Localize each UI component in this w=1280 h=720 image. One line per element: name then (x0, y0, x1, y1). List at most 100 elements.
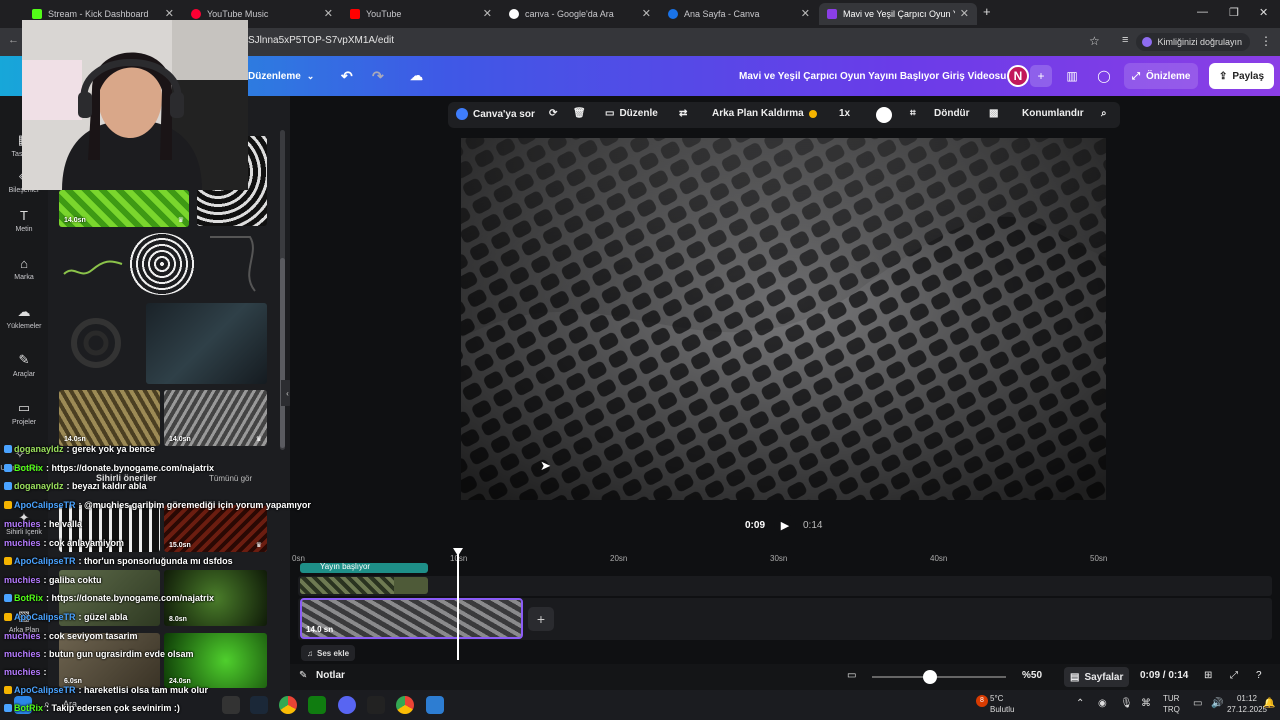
bg-remove-button[interactable]: Arka Plan Kaldırma (712, 108, 817, 119)
preview-button[interactable]: ⤢ Önizleme (1124, 63, 1199, 89)
copy-style-icon[interactable]: ⌕ (1101, 108, 1107, 119)
text-track-clip[interactable]: Yayın başlıyor (300, 563, 428, 573)
bookmark-star-icon[interactable]: ☆ (1089, 34, 1100, 48)
clock-time[interactable]: 01:12 (1226, 694, 1268, 703)
scrollbar-thumb[interactable] (280, 258, 285, 448)
edit-button[interactable]: ▭ Düzenle (605, 108, 658, 119)
tab-google-search[interactable]: canva - Google'da Ara ✕ (501, 3, 659, 25)
fullscreen-icon[interactable]: ⤢ (1230, 670, 1238, 681)
playhead[interactable] (457, 550, 459, 660)
see-all-link[interactable]: Tümünü gör (209, 474, 252, 483)
microphone-icon[interactable]: 🎙 (1120, 698, 1133, 709)
chrome-icon[interactable] (279, 696, 297, 714)
tray-app-icon[interactable]: ◉ (1098, 698, 1107, 709)
rail-text[interactable]: T Metin (0, 208, 48, 233)
cloud-save-icon[interactable]: ☁ (410, 64, 423, 88)
rotate-button[interactable]: Döndür (934, 108, 970, 119)
tab-youtube[interactable]: YouTube ✕ (342, 3, 500, 25)
white-scales-thumb[interactable] (128, 233, 196, 295)
insights-chart-icon[interactable]: ▥ (1061, 65, 1083, 87)
close-icon[interactable]: ✕ (960, 7, 969, 20)
discord-icon[interactable] (338, 696, 356, 714)
display-icon[interactable]: ▭ (1193, 698, 1202, 709)
add-collaborator-icon[interactable]: + (1030, 65, 1052, 87)
document-title[interactable]: Mavi ve Yeşil Çarpıcı Oyun Yayını Başlıy… (739, 64, 1006, 88)
plant-video[interactable]: 8.0sn (164, 570, 267, 626)
close-icon[interactable]: ✕ (801, 7, 810, 20)
notes-icon[interactable]: ✎ (299, 670, 307, 681)
color-swatch[interactable] (876, 107, 892, 123)
design-canvas[interactable] (461, 138, 1106, 500)
redo-button[interactable]: ↷ (372, 64, 384, 88)
clock-date[interactable]: 27.12.2025 (1226, 705, 1268, 714)
close-icon[interactable]: ✕ (642, 7, 651, 20)
position-button[interactable]: Konumlandır (1022, 108, 1084, 119)
flip-icon[interactable]: ⇄ (679, 108, 687, 119)
taskbar-search[interactable]: Ara (63, 699, 77, 709)
trash-icon[interactable]: 🗑 (573, 108, 586, 119)
search-icon[interactable]: ⌕ (44, 699, 50, 710)
gold-scales-video[interactable]: 14.0sn (59, 390, 160, 446)
screen-icon[interactable]: ▭ (847, 670, 856, 681)
weather-desc[interactable]: Bulutlu (990, 705, 1014, 714)
zoom-slider-thumb[interactable] (922, 670, 937, 684)
green-snake-video[interactable]: 24.0sn (164, 633, 267, 688)
green-scales-video[interactable]: 14.0sn ♛ (59, 190, 189, 227)
grey-scales-video[interactable]: 14.0sn ♛ (164, 390, 267, 446)
ask-canva-button[interactable]: Canva'ya sor (456, 108, 535, 120)
white-lines-video[interactable] (59, 505, 160, 552)
close-icon[interactable]: ✕ (324, 7, 333, 20)
app-icon[interactable] (222, 696, 240, 714)
share-button[interactable]: ⇪ Paylaş (1209, 63, 1274, 89)
tray-chevron-up-icon[interactable]: ⌃ (1076, 698, 1084, 709)
new-tab-button[interactable]: + (983, 4, 991, 19)
language-top[interactable]: TUR (1163, 694, 1179, 703)
windows-start-icon[interactable] (14, 696, 32, 714)
notes-button[interactable]: Notlar (316, 670, 345, 681)
pages-button[interactable]: ▤ Sayfalar (1064, 667, 1130, 687)
undo-button[interactable]: ↶ (341, 64, 353, 88)
rail-brand[interactable]: ⌂ Marka (0, 256, 48, 281)
zoom-slider[interactable] (872, 676, 1006, 678)
reading-list-icon[interactable]: ≡ (1122, 34, 1128, 46)
minimize-icon[interactable]: — (1197, 6, 1208, 18)
tab-canva-home[interactable]: Ana Sayfa - Canva ✕ (660, 3, 818, 25)
maximize-icon[interactable]: ❐ (1229, 6, 1239, 19)
back-icon[interactable]: ← (8, 34, 19, 46)
edit-menu-button[interactable]: Düzenleme ⌄ (248, 64, 314, 88)
rail-uploads[interactable]: ☁ Yüklemeler (0, 304, 48, 330)
add-clip-button[interactable]: + (528, 607, 554, 631)
browser-menu-icon[interactable]: ⋮ (1260, 34, 1272, 48)
tab-canva-design[interactable]: Mavi ve Yeşil Çarpıcı Oyun Yayını ✕ (819, 3, 977, 25)
window-close-icon[interactable]: ✕ (1259, 6, 1268, 19)
comment-icon[interactable]: ◯ (1093, 65, 1115, 87)
notification-icon[interactable]: 🔔 (1263, 698, 1275, 709)
chrome-active-icon[interactable] (396, 696, 414, 714)
help-icon[interactable]: ? (1256, 670, 1262, 681)
rail-background[interactable]: ▧ Arka Plan (0, 608, 48, 634)
avatar[interactable]: N (1007, 65, 1029, 87)
close-icon[interactable]: ✕ (165, 7, 174, 20)
language-bottom[interactable]: TRQ (1163, 705, 1180, 714)
notepad-icon[interactable] (426, 696, 444, 714)
rock-snake-video[interactable]: 6.0sn (59, 633, 160, 688)
green-snake-thumb[interactable] (60, 240, 126, 290)
snake-line-thumb[interactable] (200, 233, 266, 295)
grid-view-icon[interactable]: ⊞ (1204, 670, 1212, 681)
dark-scales-thumb[interactable] (146, 303, 267, 384)
url-field[interactable]: SJlnna5xP5TOP-S7vpXM1A/edit (248, 35, 394, 46)
play-button[interactable]: ▶ (774, 514, 796, 536)
network-icon[interactable]: ⌘ (1141, 698, 1151, 709)
coiled-snake-thumb[interactable] (60, 303, 132, 383)
crop-icon[interactable]: ⌗ (910, 108, 916, 119)
obs-icon[interactable] (367, 696, 385, 714)
close-icon[interactable]: ✕ (483, 7, 492, 20)
transparency-icon[interactable]: ▩ (989, 108, 998, 119)
replace-icon[interactable]: ⟳ (549, 108, 557, 119)
speed-button[interactable]: 1x (839, 108, 850, 119)
red-scales-video[interactable]: 15.0sn ♛ (164, 505, 267, 552)
verify-identity-button[interactable]: Kimliğinizi doğrulayın (1136, 33, 1250, 51)
jungle-video[interactable] (59, 570, 160, 626)
overlay-video-clip[interactable] (300, 577, 428, 594)
zoom-level[interactable]: %50 (1022, 670, 1042, 681)
